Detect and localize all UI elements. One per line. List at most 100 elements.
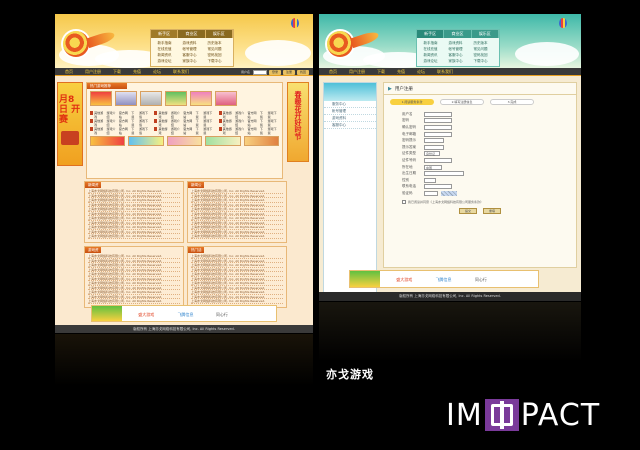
game-link[interactable]: 其他游戏	[223, 127, 232, 135]
reset-button[interactable]: 重填	[483, 207, 501, 214]
form-input[interactable]	[424, 131, 452, 137]
game-link[interactable]: 其他游戏	[223, 111, 232, 119]
nav-item[interactable]: 用户注册	[349, 68, 365, 76]
game-link[interactable]: 其他游戏	[158, 111, 167, 119]
menu-link[interactable]: 在线充值	[152, 47, 177, 52]
login-username-input[interactable]	[253, 69, 267, 75]
nav-item[interactable]: 首页	[65, 68, 73, 76]
game-thumb-6[interactable]	[215, 91, 237, 106]
form-input[interactable]	[424, 171, 464, 177]
game-thumb-2[interactable]	[115, 91, 137, 106]
side-menu-item[interactable]: 服务中心	[324, 101, 376, 108]
game-link[interactable]: 下载	[196, 119, 201, 127]
menu-link[interactable]: 密码找回	[202, 53, 227, 58]
form-input[interactable]	[424, 177, 436, 183]
game-banner-2[interactable]	[128, 136, 164, 146]
tab-fun[interactable]: 娱乐区	[205, 30, 233, 38]
game-banner-1[interactable]	[90, 136, 126, 146]
menu-link[interactable]: 家族中心	[177, 59, 202, 64]
game-link[interactable]: 下载	[196, 127, 201, 135]
game-link[interactable]: 游戏介绍	[235, 127, 244, 135]
side-menu-item[interactable]: 帐号管理	[324, 108, 376, 115]
game-link[interactable]: 游戏下载	[203, 111, 212, 119]
game-link[interactable]: 官方网站	[248, 119, 257, 127]
game-link[interactable]: 其他游戏	[94, 127, 103, 135]
game-link[interactable]: 下载	[131, 119, 136, 127]
game-link[interactable]: 其他游戏	[94, 119, 103, 127]
nav-item[interactable]: 用户注册	[85, 68, 101, 76]
menu-link[interactable]: 在线充值	[418, 47, 443, 52]
game-link[interactable]: 游戏下载	[268, 119, 277, 127]
promo-banner[interactable]: 月8日 开赛	[57, 82, 83, 166]
ad-feiteng[interactable]: 飞腾信息	[171, 306, 201, 321]
nav-item[interactable]: 联系我们	[173, 68, 189, 76]
form-input[interactable]	[424, 184, 452, 190]
tab-newbie[interactable]: 新手区	[151, 30, 179, 38]
logo-icon[interactable]	[327, 31, 353, 57]
ad-tongxin[interactable]: 同心行	[202, 306, 242, 321]
game-link[interactable]: 官方网站	[119, 111, 128, 119]
game-link[interactable]: 官方网站	[248, 111, 257, 119]
ad-feiteng[interactable]: 飞腾信息	[429, 271, 459, 287]
game-link[interactable]: 游戏下载	[268, 127, 277, 135]
register-button[interactable]: 注册	[283, 69, 295, 75]
form-input[interactable]	[424, 138, 444, 144]
form-input[interactable]	[424, 190, 438, 196]
game-link[interactable]: 游戏介绍	[235, 111, 244, 119]
game-banner-4[interactable]	[205, 136, 241, 146]
menu-link[interactable]: 游戏资料	[177, 41, 202, 46]
menu-link[interactable]: 新手指南	[418, 41, 443, 46]
menu-link[interactable]: 游戏论坛	[418, 59, 443, 64]
game-link[interactable]: 游戏介绍	[171, 111, 180, 119]
side-promo[interactable]: 春暖花开好时节	[287, 82, 309, 162]
id-type-select[interactable]: 身份证	[424, 151, 440, 157]
nav-item[interactable]: 下载	[377, 68, 385, 76]
menu-link[interactable]: 新闻资讯	[152, 53, 177, 58]
nav-item[interactable]: 联系我们	[437, 68, 453, 76]
nav-item[interactable]: 论坛	[417, 68, 425, 76]
agree-checkbox[interactable]	[402, 199, 406, 204]
nav-item[interactable]: 首页	[329, 68, 337, 76]
game-link[interactable]: 下载	[131, 127, 136, 135]
menu-link[interactable]: 密码找回	[468, 53, 493, 58]
game-link[interactable]: 下载	[196, 111, 201, 119]
ad-tongxin[interactable]: 同心行	[460, 271, 502, 287]
game-link[interactable]: 下载	[260, 127, 265, 135]
game-thumb-3[interactable]	[140, 91, 162, 106]
game-link[interactable]: 官方网站	[183, 111, 192, 119]
form-input[interactable]	[424, 144, 444, 150]
nav-item[interactable]: 充值	[133, 68, 141, 76]
game-link[interactable]: 下载	[260, 119, 265, 127]
game-link[interactable]: 游戏下载	[139, 119, 148, 127]
game-link[interactable]: 游戏介绍	[107, 127, 116, 135]
game-link[interactable]: 官方网站	[119, 127, 128, 135]
ad-shanda[interactable]: 盛大游戏	[123, 306, 169, 321]
menu-link[interactable]: 新闻资讯	[418, 53, 443, 58]
game-link[interactable]: 官方网站	[183, 119, 192, 127]
ad-shanda[interactable]: 盛大游戏	[381, 271, 427, 287]
ad-sunshine-town[interactable]	[92, 306, 122, 321]
game-link[interactable]: 其他游戏	[158, 127, 167, 135]
game-link[interactable]: 游戏介绍	[235, 119, 244, 127]
menu-link[interactable]: 游戏资料	[443, 41, 468, 46]
menu-link[interactable]: 常见问题	[468, 47, 493, 52]
game-thumb-1[interactable]	[90, 91, 112, 106]
nav-item[interactable]: 论坛	[153, 68, 161, 76]
game-link[interactable]: 游戏介绍	[171, 127, 180, 135]
nav-item[interactable]: 下载	[113, 68, 121, 76]
menu-link[interactable]: 新手指南	[152, 41, 177, 46]
menu-link[interactable]: 下载中心	[202, 59, 227, 64]
menu-link[interactable]: 历史版本	[202, 41, 227, 46]
form-input[interactable]	[424, 157, 452, 163]
game-link[interactable]: 游戏下载	[203, 127, 212, 135]
news-item[interactable]: 上海亦戈网络科技有限公司, Inc. All Rights Reserved.	[88, 299, 180, 304]
tab-newbie[interactable]: 新手区	[417, 30, 445, 38]
menu-link[interactable]: 游戏论坛	[152, 59, 177, 64]
game-link[interactable]: 游戏下载	[139, 127, 148, 135]
menu-link[interactable]: 常见问题	[202, 47, 227, 52]
game-link[interactable]: 游戏介绍	[107, 111, 116, 119]
menu-link[interactable]: 客服中心	[443, 53, 468, 58]
menu-link[interactable]: 帐号管理	[177, 47, 202, 52]
game-link[interactable]: 官方网站	[119, 119, 128, 127]
game-link[interactable]: 游戏下载	[203, 119, 212, 127]
